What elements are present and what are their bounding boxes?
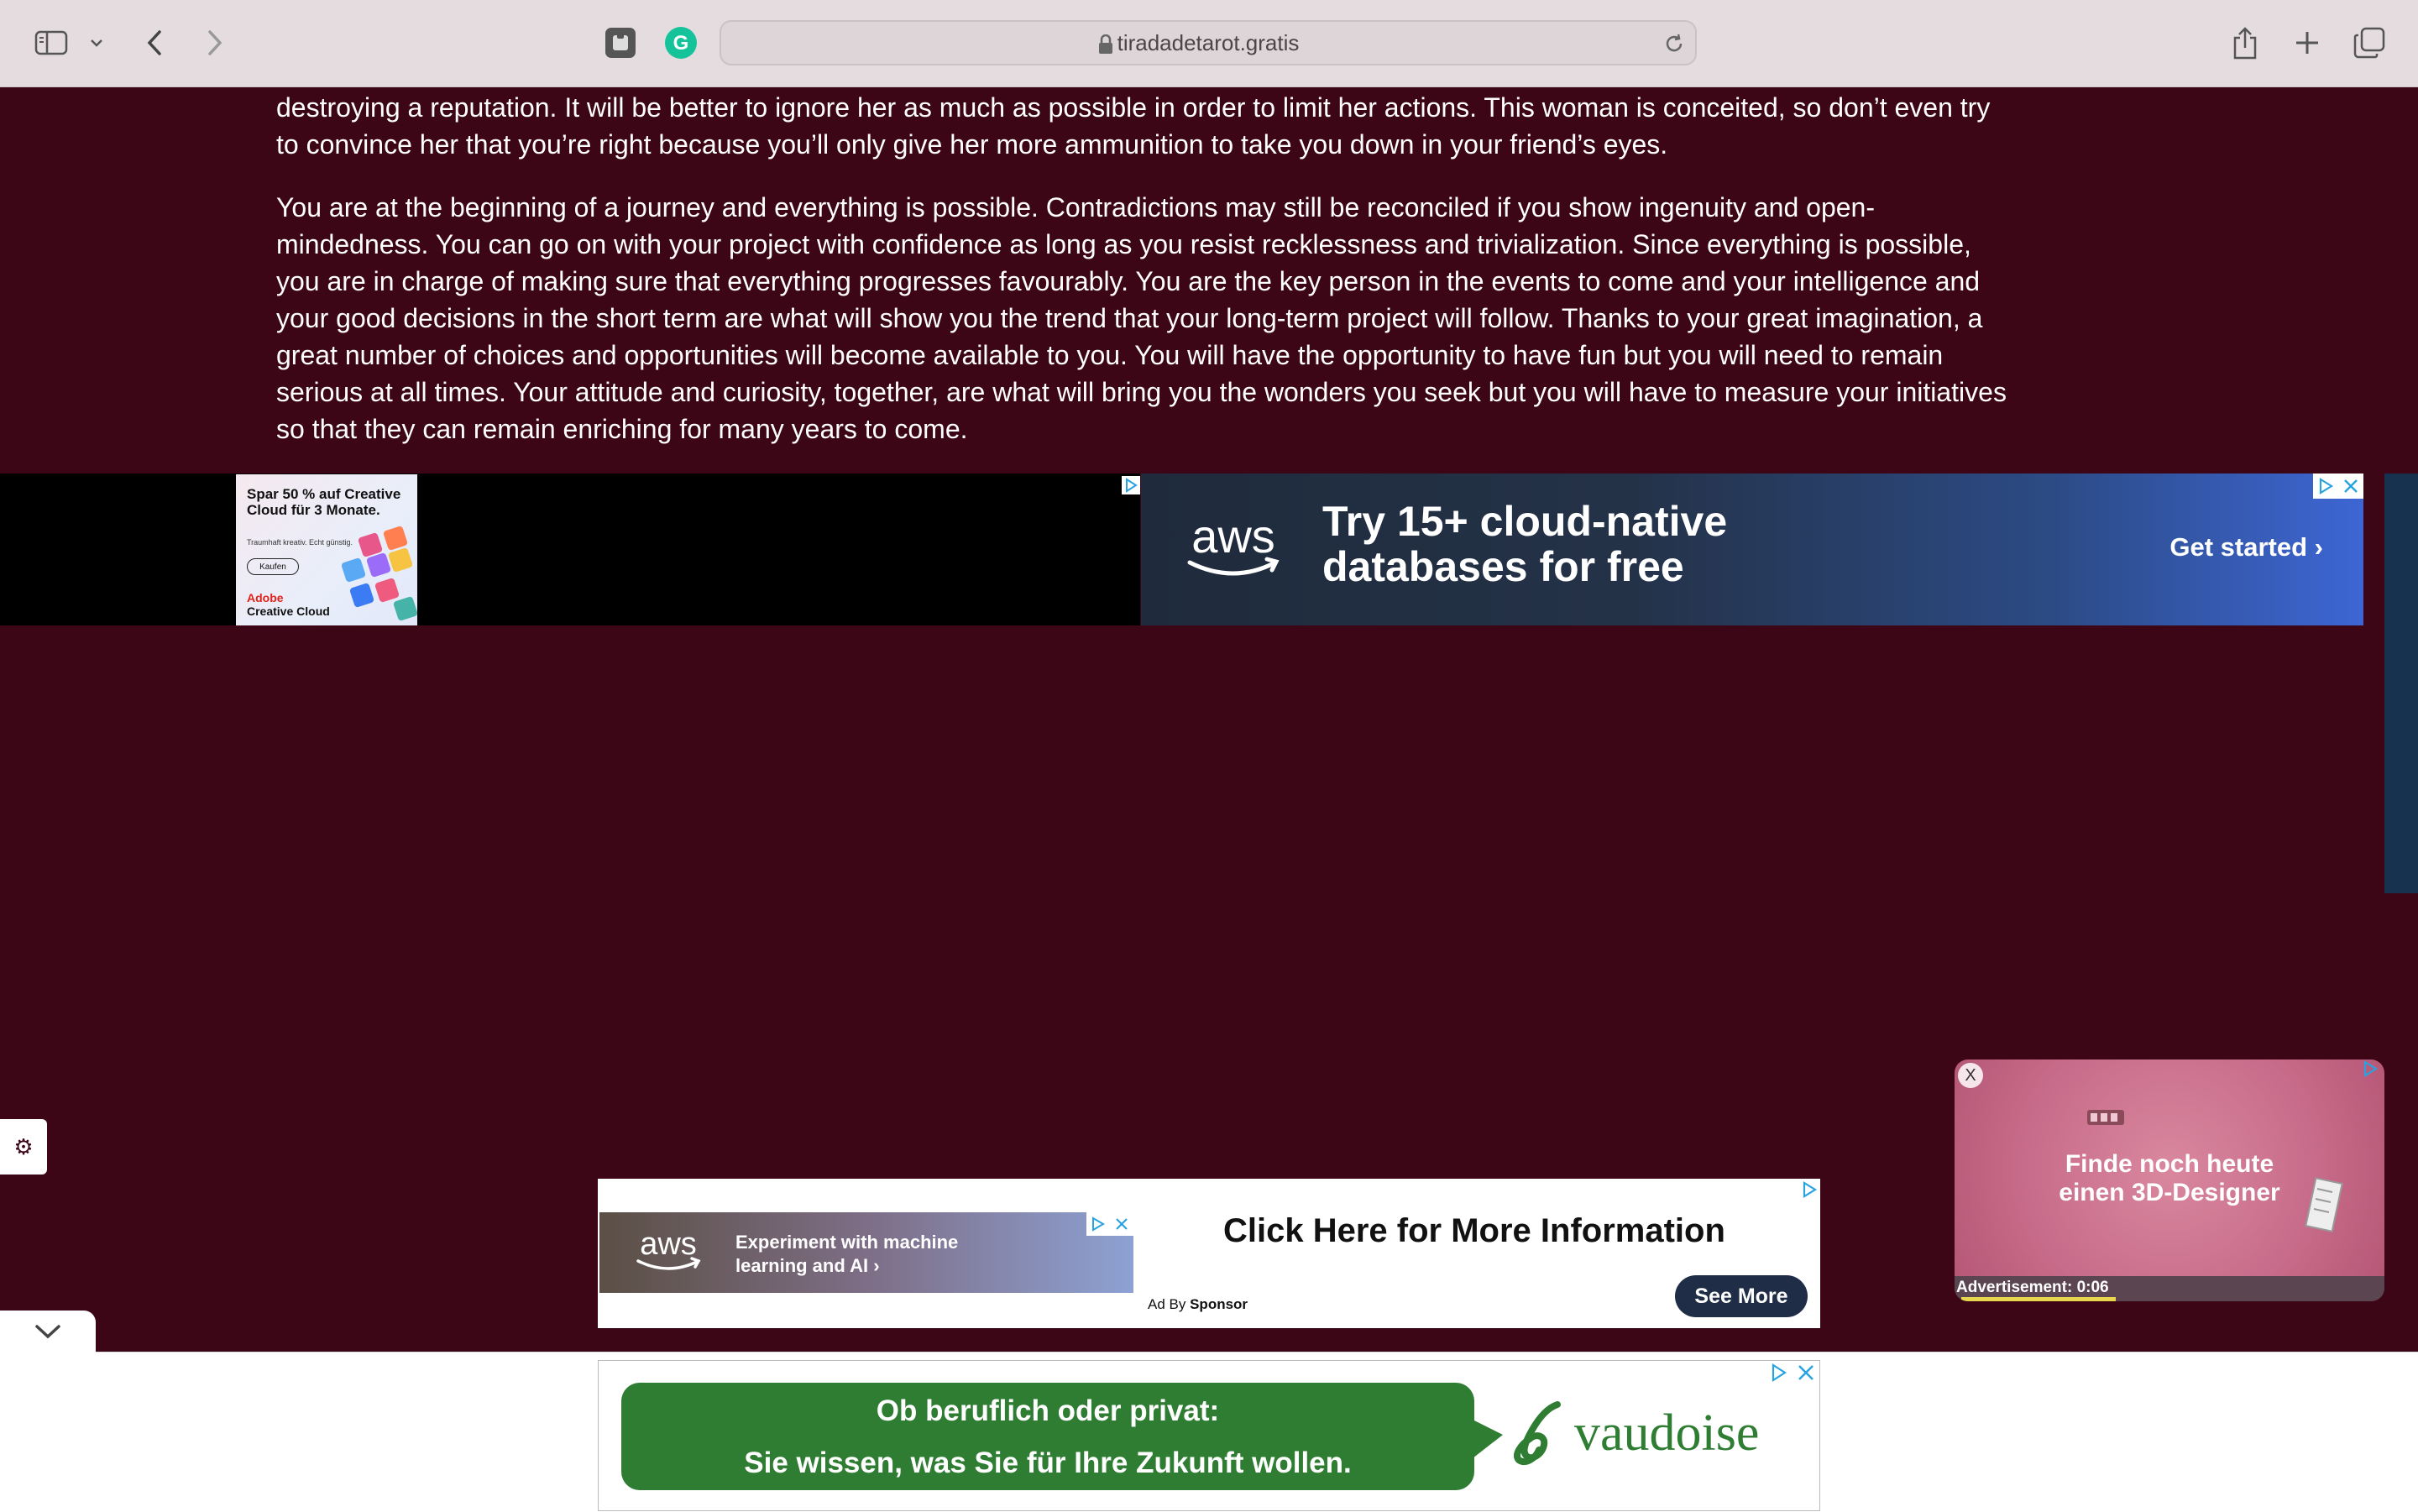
aws-small-ad-text: Experiment with machine learning and AI ›	[735, 1232, 959, 1276]
adobe-brand: Adobe Creative Cloud	[247, 591, 330, 618]
video-ad[interactable]: X Finde noch heute einen 3D-Designer Adve…	[1955, 1059, 2384, 1301]
article-body: destroying a reputation. It will be bett…	[276, 89, 2148, 473]
building-model-icon	[2305, 1177, 2343, 1232]
svg-text:aws: aws	[1191, 514, 1275, 562]
side-ad-strip	[2384, 473, 2418, 893]
ad-headline[interactable]: Click Here for More Information	[1223, 1212, 1725, 1250]
sponsored-ad[interactable]: aws Experiment with machine learning and …	[598, 1179, 1820, 1328]
new-tab-icon[interactable]	[2289, 22, 2326, 64]
video-progress-bar	[1961, 1297, 2117, 1301]
text-line: You are at the beginning of a journey an…	[276, 192, 1875, 222]
tab-overview-icon[interactable]	[2351, 22, 2388, 64]
video-ad-close-button[interactable]: X	[1958, 1063, 1983, 1088]
adchoices-icon[interactable]	[2313, 473, 2338, 499]
grammarly-icon[interactable]: G	[660, 22, 702, 64]
close-icon[interactable]	[1110, 1212, 1133, 1236]
ad-band-background	[0, 473, 1140, 625]
adobe-buy-button[interactable]: Kaufen	[247, 558, 299, 575]
text-line: great number of choices and opportunitie…	[276, 340, 1944, 370]
back-icon[interactable]	[138, 22, 171, 64]
vaudoise-logo: vaudoise	[1507, 1400, 1759, 1467]
adobe-ad-headline: Spar 50 % auf Creative Cloud für 3 Monat…	[247, 486, 401, 518]
address-bar[interactable]: tiradadetarot.gratis	[720, 20, 1697, 65]
adobe-ad[interactable]: Spar 50 % auf Creative Cloud für 3 Monat…	[236, 474, 419, 625]
adchoices-icon[interactable]	[1122, 476, 1140, 494]
vaudoise-logo-icon	[1514, 1401, 1561, 1466]
get-started-link[interactable]: Get started ›	[2169, 532, 2323, 562]
text-line: serious at all times. Your attitude and …	[276, 377, 2007, 407]
text-line: destroying a reputation. It will be bett…	[276, 92, 1991, 123]
adchoices-icon[interactable]	[1800, 1180, 1819, 1199]
svg-text:G: G	[673, 32, 689, 55]
aws-banner-ad[interactable]: aws Try 15+ cloud-native databases for fr…	[1141, 473, 2363, 625]
ad-controls	[1769, 1363, 1816, 1383]
vaudoise-line-1: Ob beruflich oder privat:	[876, 1394, 1220, 1427]
reload-icon[interactable]	[1662, 31, 1687, 56]
close-icon[interactable]	[2338, 473, 2363, 499]
close-icon[interactable]	[1796, 1363, 1816, 1383]
adchoices-icon[interactable]	[1086, 1212, 1110, 1236]
text-line: so that they can remain enriching for ma…	[276, 414, 968, 444]
aws-logo-icon: aws	[1187, 514, 1280, 576]
collapse-ad-button[interactable]	[0, 1311, 96, 1352]
forward-icon[interactable]	[198, 22, 232, 64]
text-line: your good decisions in the short term ar…	[276, 303, 1983, 333]
url-text: tiradadetarot.gratis	[1117, 30, 1300, 55]
vaudoise-speech-bubble: Ob beruflich oder privat: Sie wissen, wa…	[621, 1383, 1503, 1490]
chevron-down-icon[interactable]	[84, 22, 109, 64]
vaudoise-ad[interactable]: Ob beruflich oder privat: Sie wissen, wa…	[598, 1360, 1820, 1511]
browser-toolbar: G tiradadetarot.gratis	[0, 0, 2418, 87]
article-paragraph: You are at the beginning of a journey an…	[276, 189, 2148, 447]
aws-small-ad[interactable]: aws Experiment with machine learning and …	[599, 1212, 1133, 1293]
app-tiles-image	[337, 525, 419, 624]
vaudoise-line-2: Sie wissen, was Sie für Ihre Zukunft wol…	[744, 1447, 1352, 1479]
settings-button[interactable]: ⚙	[0, 1119, 47, 1175]
adchoices-icon[interactable]	[2361, 1059, 2379, 1078]
gear-icon: ⚙	[13, 1133, 34, 1159]
ad-controls	[2313, 473, 2363, 499]
text-line: mindedness. You can go on with your proj…	[276, 229, 1971, 259]
see-more-button[interactable]: See More	[1675, 1275, 1808, 1317]
extension-icon[interactable]	[599, 22, 641, 64]
ad-attribution: Ad By Sponsor	[1148, 1296, 1248, 1312]
product-icon	[2087, 1110, 2124, 1125]
svg-text:aws: aws	[640, 1227, 697, 1262]
aws-banner-headline: Try 15+ cloud-native databases for free	[1322, 498, 1728, 590]
chevron-down-icon	[35, 1325, 60, 1339]
text-line: to convince her that you’re right becaus…	[276, 129, 1668, 160]
text-line: you are in charge of making sure that ev…	[276, 266, 1981, 296]
aws-logo-icon: aws	[636, 1227, 701, 1270]
share-icon[interactable]	[2227, 22, 2264, 64]
sidebar-toggle-icon[interactable]	[30, 22, 72, 64]
article-paragraph: destroying a reputation. It will be bett…	[276, 89, 2148, 163]
adchoices-icon[interactable]	[1769, 1363, 1789, 1383]
ad-controls	[1086, 1212, 1133, 1236]
